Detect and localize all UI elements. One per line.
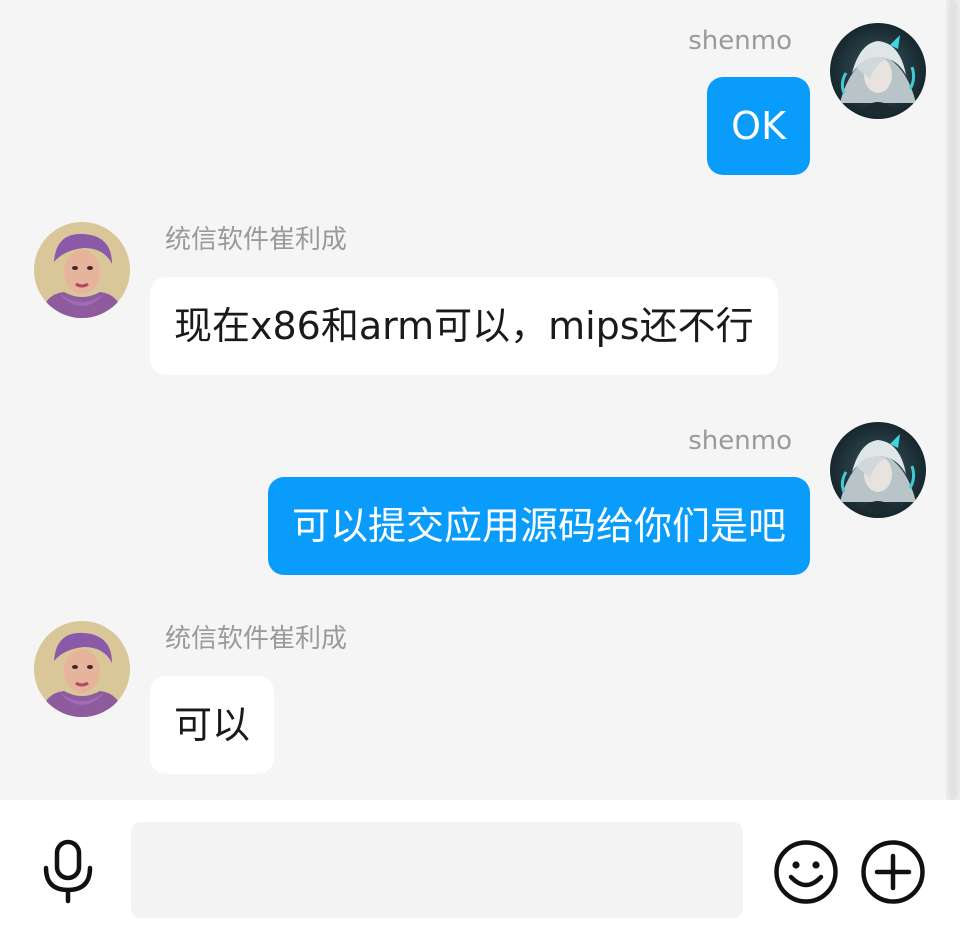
avatar[interactable]	[830, 422, 926, 518]
message-bubble-incoming[interactable]: 可以	[150, 676, 275, 774]
avatar-anime-character-image	[830, 23, 926, 119]
avatar[interactable]	[34, 621, 130, 717]
avatar[interactable]	[830, 23, 926, 119]
sender-name: 统信软件崔利成	[165, 225, 348, 255]
message-bubble-incoming[interactable]: 现在x86和arm可以，mips还不行	[150, 277, 778, 375]
avatar-anime-character-image	[830, 422, 926, 518]
plus-circle-icon[interactable]	[860, 839, 926, 905]
sender-name: shenmo	[688, 26, 792, 56]
avatar-painted-portrait-image	[34, 621, 130, 717]
chat-message-list[interactable]: shenmo OK 统信软件崔利成 现在x86和arm可以，mips还不行 sh…	[0, 0, 960, 800]
sender-name: 统信软件崔利成	[165, 624, 348, 654]
message-text-input[interactable]	[131, 822, 743, 918]
sender-name: shenmo	[688, 426, 792, 456]
message-bubble-outgoing[interactable]: OK	[707, 77, 810, 175]
microphone-icon[interactable]	[38, 838, 98, 904]
scrollbar-thumb[interactable]	[949, 0, 957, 800]
avatar-painted-portrait-image	[34, 222, 130, 318]
scrollbar[interactable]	[946, 0, 960, 800]
avatar[interactable]	[34, 222, 130, 318]
message-bubble-outgoing[interactable]: 可以提交应用源码给你们是吧	[267, 477, 810, 575]
smiley-icon[interactable]	[773, 839, 839, 905]
